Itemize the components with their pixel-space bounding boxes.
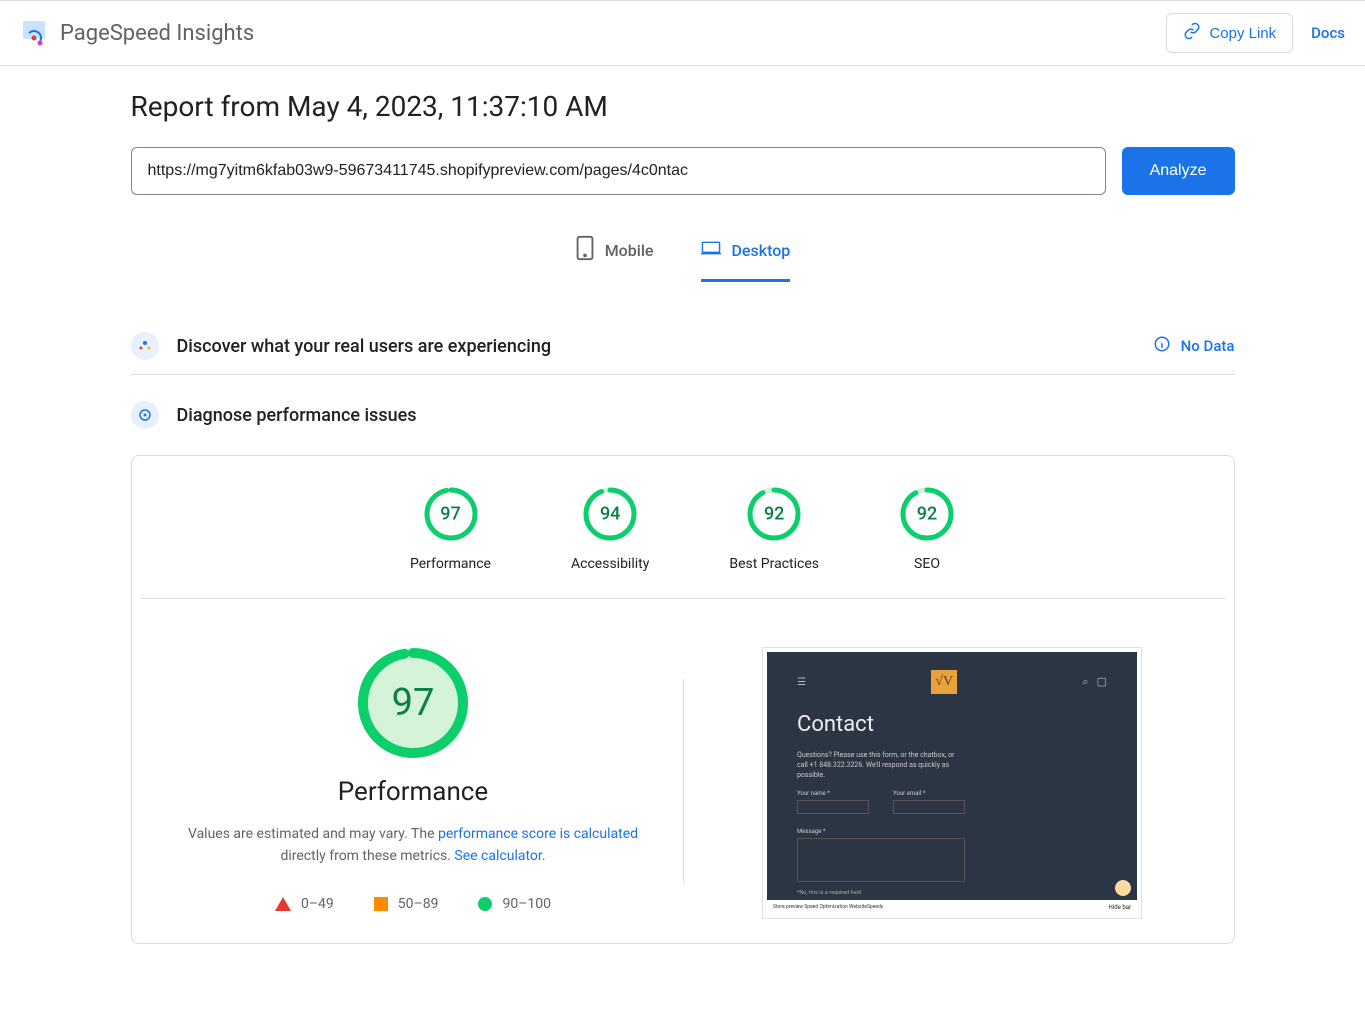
copy-link-button[interactable]: Copy Link — [1166, 13, 1293, 53]
tab-mobile[interactable]: Mobile — [575, 227, 654, 282]
crux-title: Discover what your real users are experi… — [177, 336, 552, 357]
triangle-icon — [275, 897, 291, 911]
topbar-left: PageSpeed Insights — [20, 19, 254, 47]
page-thumbnail: ☰ √V ⌕ ▢ Contact Questions? Please use t… — [762, 647, 1142, 919]
url-input[interactable] — [131, 147, 1106, 195]
thumb-footer-bar: Store preview Speed Optimization Website… — [767, 900, 1137, 914]
thumb-email-box — [893, 800, 965, 814]
performance-description: Values are estimated and may vary. The p… — [183, 823, 643, 868]
info-icon — [1153, 335, 1171, 357]
square-icon — [374, 897, 388, 911]
thumb-name-label: Your name * — [797, 790, 869, 797]
thumb-required: *No, this is a required field — [797, 890, 1107, 896]
performance-heading: Performance — [338, 777, 488, 807]
thumb-message-label: Message * — [797, 828, 1107, 835]
crux-icon — [131, 332, 159, 360]
legend-orange: 50–89 — [374, 896, 439, 912]
thumb-body: Questions? Please use this form, or the … — [797, 751, 957, 780]
main-container: Report from May 4, 2023, 11:37:10 AM Ana… — [131, 66, 1235, 968]
legend-red-label: 0–49 — [301, 896, 334, 912]
thumb-hamburger-icon: ☰ — [797, 677, 806, 688]
mobile-icon — [575, 235, 595, 265]
gauge-ring-accessibility: 94 — [582, 486, 638, 542]
device-tabs: Mobile Desktop — [131, 227, 1235, 282]
legend-row: 0–49 50–89 90–100 — [275, 896, 551, 912]
gauge-score-seo: 92 — [917, 504, 937, 525]
legend-orange-label: 50–89 — [398, 896, 439, 912]
vertical-divider — [683, 679, 684, 883]
tab-mobile-label: Mobile — [605, 241, 654, 260]
gauge-row: 97 Performance 94 Accessibility 92 Best … — [140, 480, 1226, 599]
gauge-best-practices[interactable]: 92 Best Practices — [729, 486, 819, 572]
link-icon — [1183, 22, 1201, 44]
diagnose-title: Diagnose performance issues — [177, 405, 417, 426]
topbar-right: Copy Link Docs — [1166, 13, 1345, 53]
thumb-email-label: Your email * — [893, 790, 965, 797]
big-score: 97 — [392, 681, 435, 725]
diagnose-box: 97 Performance 94 Accessibility 92 Best … — [131, 455, 1235, 944]
report-title: Report from May 4, 2023, 11:37:10 AM — [131, 90, 1235, 123]
gauge-score-accessibility: 94 — [600, 504, 620, 525]
diagnose-icon — [131, 401, 159, 429]
gauge-ring-seo: 92 — [899, 486, 955, 542]
gauge-label-accessibility: Accessibility — [571, 556, 649, 572]
app-title: PageSpeed Insights — [60, 21, 254, 46]
legend-green: 90–100 — [478, 896, 551, 912]
pagespeed-logo-icon — [20, 19, 48, 47]
gauge-label-best-practices: Best Practices — [729, 556, 819, 572]
thumb-bag-icon: ▢ — [1097, 675, 1107, 689]
tab-desktop-label: Desktop — [731, 241, 790, 260]
analyze-button[interactable]: Analyze — [1122, 147, 1235, 195]
thumb-logo: √V — [931, 670, 957, 694]
url-row: Analyze — [131, 147, 1235, 195]
gauge-accessibility[interactable]: 94 Accessibility — [571, 486, 649, 572]
thumb-search-icon: ⌕ — [1082, 675, 1088, 689]
diagnose-section-header: Diagnose performance issues — [131, 387, 1235, 443]
thumb-message-box — [797, 838, 965, 882]
thumb-name-box — [797, 800, 869, 814]
performance-detail: 97 Performance Values are estimated and … — [132, 599, 1234, 943]
diagnose-section-left: Diagnose performance issues — [131, 401, 417, 429]
gauge-score-performance: 97 — [440, 504, 460, 525]
gauge-label-seo: SEO — [914, 556, 940, 572]
top-bar: PageSpeed Insights Copy Link Docs — [0, 0, 1365, 66]
desktop-icon — [701, 235, 721, 265]
gauge-ring-performance: 97 — [423, 486, 479, 542]
perf-calc-link[interactable]: performance score is calculated — [438, 826, 638, 842]
gauge-label-performance: Performance — [410, 556, 491, 572]
thumb-footer-text: Store preview Speed Optimization Website… — [773, 904, 883, 910]
crux-section-header: Discover what your real users are experi… — [131, 318, 1235, 375]
gauge-seo[interactable]: 92 SEO — [899, 486, 955, 572]
performance-right: ☰ √V ⌕ ▢ Contact Questions? Please use t… — [695, 647, 1210, 919]
tab-desktop[interactable]: Desktop — [701, 227, 790, 282]
big-gauge: 97 — [357, 647, 469, 759]
thumb-footer-close-icon: Hide bar — [1109, 904, 1131, 911]
gauge-ring-best-practices: 92 — [746, 486, 802, 542]
copy-link-label: Copy Link — [1209, 25, 1276, 42]
thumb-heading: Contact — [797, 712, 1107, 737]
gauge-performance[interactable]: 97 Performance — [410, 486, 491, 572]
no-data-label: No Data — [1181, 337, 1235, 355]
legend-red: 0–49 — [275, 896, 334, 912]
docs-link[interactable]: Docs — [1311, 24, 1345, 42]
circle-icon — [478, 897, 492, 911]
see-calculator-link[interactable]: See calculator — [454, 848, 541, 864]
thumb-badge-icon — [1115, 880, 1131, 896]
crux-section-left: Discover what your real users are experi… — [131, 332, 552, 360]
gauge-score-best-practices: 92 — [764, 504, 784, 525]
performance-left: 97 Performance Values are estimated and … — [156, 647, 671, 919]
no-data-link[interactable]: No Data — [1153, 335, 1235, 357]
legend-green-label: 90–100 — [502, 896, 551, 912]
